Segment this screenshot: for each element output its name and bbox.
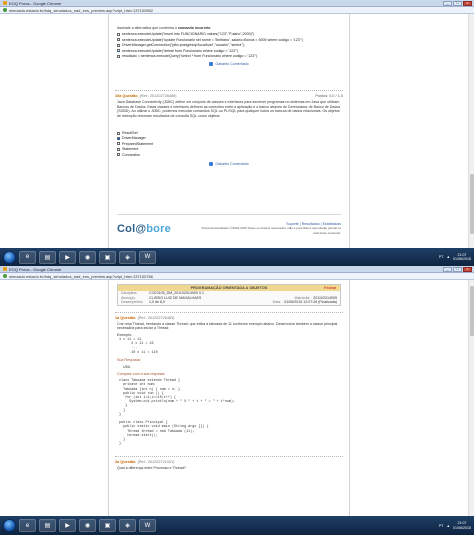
address-bar[interactable]: simulado.estacio.br/bdq_simulados_ead_en… bbox=[0, 273, 474, 280]
course-title: PROGRAMAÇÃO ORIENTADA A OBJETOS Fechar bbox=[118, 285, 340, 291]
option[interactable]: sentenca.executeUpdate("delete from Func… bbox=[117, 49, 341, 53]
scrollbar-thumb[interactable] bbox=[470, 286, 474, 336]
option[interactable]: sentenca.executeUpdate("update Funcionar… bbox=[117, 38, 341, 42]
example-label: Exemplo: bbox=[117, 332, 132, 337]
question-text: Qual a diferença entre Processo e Thread… bbox=[117, 466, 186, 471]
gabarito-icon bbox=[209, 162, 214, 167]
gabarito-link[interactable]: Gabarito Comentado bbox=[109, 62, 349, 67]
checkbox[interactable] bbox=[117, 153, 120, 157]
scrollbar[interactable] bbox=[468, 14, 474, 248]
word-icon[interactable]: W bbox=[139, 250, 156, 264]
taskbar: e ▤ ▶ ◉ ▣ ◈ W PT ▲ 21:07 01/06/2015 bbox=[0, 248, 474, 266]
window-title: EOQ Prova - Google Chrome bbox=[9, 266, 62, 272]
minimize-button[interactable]: _ bbox=[443, 266, 452, 272]
question-text: Java Database Connectivity (JDBC) define… bbox=[117, 100, 341, 118]
taskbar: e ▤ ▶ ◉ ▣ ◈ W PT ▲ 21:07 01/06/2015 bbox=[0, 516, 474, 535]
chrome-icon bbox=[3, 1, 7, 5]
divider bbox=[115, 90, 343, 92]
system-tray: PT ▲ 21:07 01/06/2015 bbox=[439, 521, 474, 530]
answer-code: class Tabuada extends Thread { private i… bbox=[119, 379, 235, 447]
browser-window-1: EOQ Prova - Google Chrome _ □ x simulado… bbox=[0, 0, 474, 248]
browser-window-2: EOQ Prova - Google Chrome _ □ x simulado… bbox=[0, 266, 474, 516]
colabore-logo: Col@bore bbox=[117, 222, 171, 235]
media-player-icon[interactable]: ▶ bbox=[59, 519, 76, 532]
title-bar: EOQ Prova - Google Chrome _ □ x bbox=[0, 0, 474, 7]
compare-label: Compare com a sua resposta: bbox=[117, 372, 166, 377]
question-header: 1a Questão (Ref.: 201202726483) bbox=[115, 315, 175, 320]
system-tray: PT ▲ 21:07 01/06/2015 bbox=[439, 253, 474, 262]
option[interactable]: DriverManager bbox=[117, 136, 341, 140]
folder-icon[interactable]: ▤ bbox=[39, 519, 56, 532]
title-bar: EOQ Prova - Google Chrome _ □ x bbox=[0, 266, 474, 273]
your-answer-label: Sua Resposta: bbox=[117, 357, 141, 362]
word-icon[interactable]: W bbox=[139, 519, 156, 532]
url-text[interactable]: simulado.estacio.br/bdq_simulados_ead_en… bbox=[9, 274, 153, 279]
language-indicator[interactable]: PT bbox=[439, 255, 444, 259]
checkbox[interactable] bbox=[117, 131, 120, 135]
maximize-button[interactable]: □ bbox=[453, 266, 462, 272]
page-content: Assinale a alternativa que contenha o co… bbox=[108, 14, 350, 248]
folder-icon[interactable]: ▤ bbox=[39, 250, 56, 264]
start-button[interactable] bbox=[3, 519, 16, 532]
window-title: EOQ Prova - Google Chrome bbox=[9, 0, 62, 6]
chrome-icon bbox=[3, 267, 7, 271]
footer: Col@bore Suporte | Resultados | Estatíst… bbox=[117, 214, 341, 242]
checkbox-checked[interactable] bbox=[117, 137, 120, 141]
chrome-icon[interactable]: ◉ bbox=[79, 250, 96, 264]
minimize-button[interactable]: _ bbox=[443, 0, 452, 6]
clock[interactable]: 21:07 01/06/2015 bbox=[453, 521, 471, 530]
app-icon[interactable]: ◈ bbox=[119, 519, 136, 532]
checkbox[interactable] bbox=[117, 54, 120, 58]
language-indicator[interactable]: PT bbox=[439, 524, 444, 528]
address-bar[interactable]: simulado.estacio.br/bdq_simulados_ead_en… bbox=[0, 7, 474, 14]
checkbox[interactable] bbox=[117, 147, 120, 151]
option[interactable]: Statement bbox=[117, 147, 341, 151]
maximize-button[interactable]: □ bbox=[453, 0, 462, 6]
option[interactable]: DriverManager.getConnection("jdbc:postgr… bbox=[117, 43, 341, 47]
page-icon bbox=[3, 8, 7, 12]
option[interactable]: Connection bbox=[117, 153, 341, 157]
app-icon[interactable]: ◈ bbox=[119, 250, 136, 264]
info-row: Desempenho: 1,0 de 8,0 Data: 01/06/2015 12:… bbox=[121, 300, 337, 305]
network-icon[interactable]: ▲ bbox=[446, 524, 450, 528]
footer-legal: Portal de Resultados ©2001-2015 Todos os… bbox=[201, 226, 341, 235]
start-button[interactable] bbox=[3, 250, 16, 264]
checkbox[interactable] bbox=[117, 142, 120, 146]
question-header: 10a Questão (Ref.: 201202726486) Pontos:… bbox=[115, 94, 343, 99]
page-icon bbox=[3, 274, 7, 278]
scrollbar[interactable] bbox=[468, 280, 474, 516]
gabarito-icon bbox=[209, 62, 214, 67]
divider bbox=[115, 456, 343, 458]
ie-icon[interactable]: e bbox=[19, 519, 36, 532]
close-button[interactable]: x bbox=[463, 0, 472, 6]
checkbox[interactable] bbox=[117, 38, 120, 42]
your-answer: UML bbox=[123, 364, 131, 369]
option[interactable]: PreparedStatement bbox=[117, 142, 341, 146]
divider bbox=[115, 311, 343, 313]
checkbox-checked[interactable] bbox=[117, 49, 120, 53]
gabarito-link[interactable]: Gabarito Comentado bbox=[109, 162, 349, 167]
media-player-icon[interactable]: ▶ bbox=[59, 250, 76, 264]
app-icon[interactable]: ▣ bbox=[99, 519, 116, 532]
close-link[interactable]: Fechar bbox=[324, 286, 336, 290]
network-icon[interactable]: ▲ bbox=[446, 255, 450, 259]
chrome-icon[interactable]: ◉ bbox=[79, 519, 96, 532]
exam-info-box: PROGRAMAÇÃO ORIENTADA A OBJETOS Fechar Di… bbox=[117, 284, 341, 306]
clock[interactable]: 21:07 01/06/2015 bbox=[453, 253, 471, 262]
close-button[interactable]: x bbox=[463, 266, 472, 272]
option[interactable]: sentenca.executeUpdate("insert into FUNC… bbox=[117, 32, 341, 36]
page-content: PROGRAMAÇÃO ORIENTADA A OBJETOS Fechar Di… bbox=[108, 280, 350, 516]
checkbox[interactable] bbox=[117, 33, 120, 36]
prev-question-prompt: Assinale a alternativa que contenha o co… bbox=[117, 26, 211, 30]
option[interactable]: ResultSet bbox=[117, 131, 341, 135]
app-icon[interactable]: ▣ bbox=[99, 250, 116, 264]
url-text[interactable]: simulado.estacio.br/bdq_simulados_ead_en… bbox=[9, 8, 153, 13]
example-block: 1 x 11 = 11 2 x 11 = 22 ... 10 x 11 = 11… bbox=[119, 338, 158, 355]
question-header: 2a Questão (Ref.: 201202721001) bbox=[115, 460, 175, 465]
checkbox[interactable] bbox=[117, 43, 120, 47]
question-text: Crie uma Thread, herdando a classe Threa… bbox=[117, 321, 338, 331]
ie-icon[interactable]: e bbox=[19, 250, 36, 264]
scrollbar-thumb[interactable] bbox=[470, 174, 474, 234]
option[interactable]: resultado = sentenca.executeQuery("selec… bbox=[117, 54, 341, 58]
